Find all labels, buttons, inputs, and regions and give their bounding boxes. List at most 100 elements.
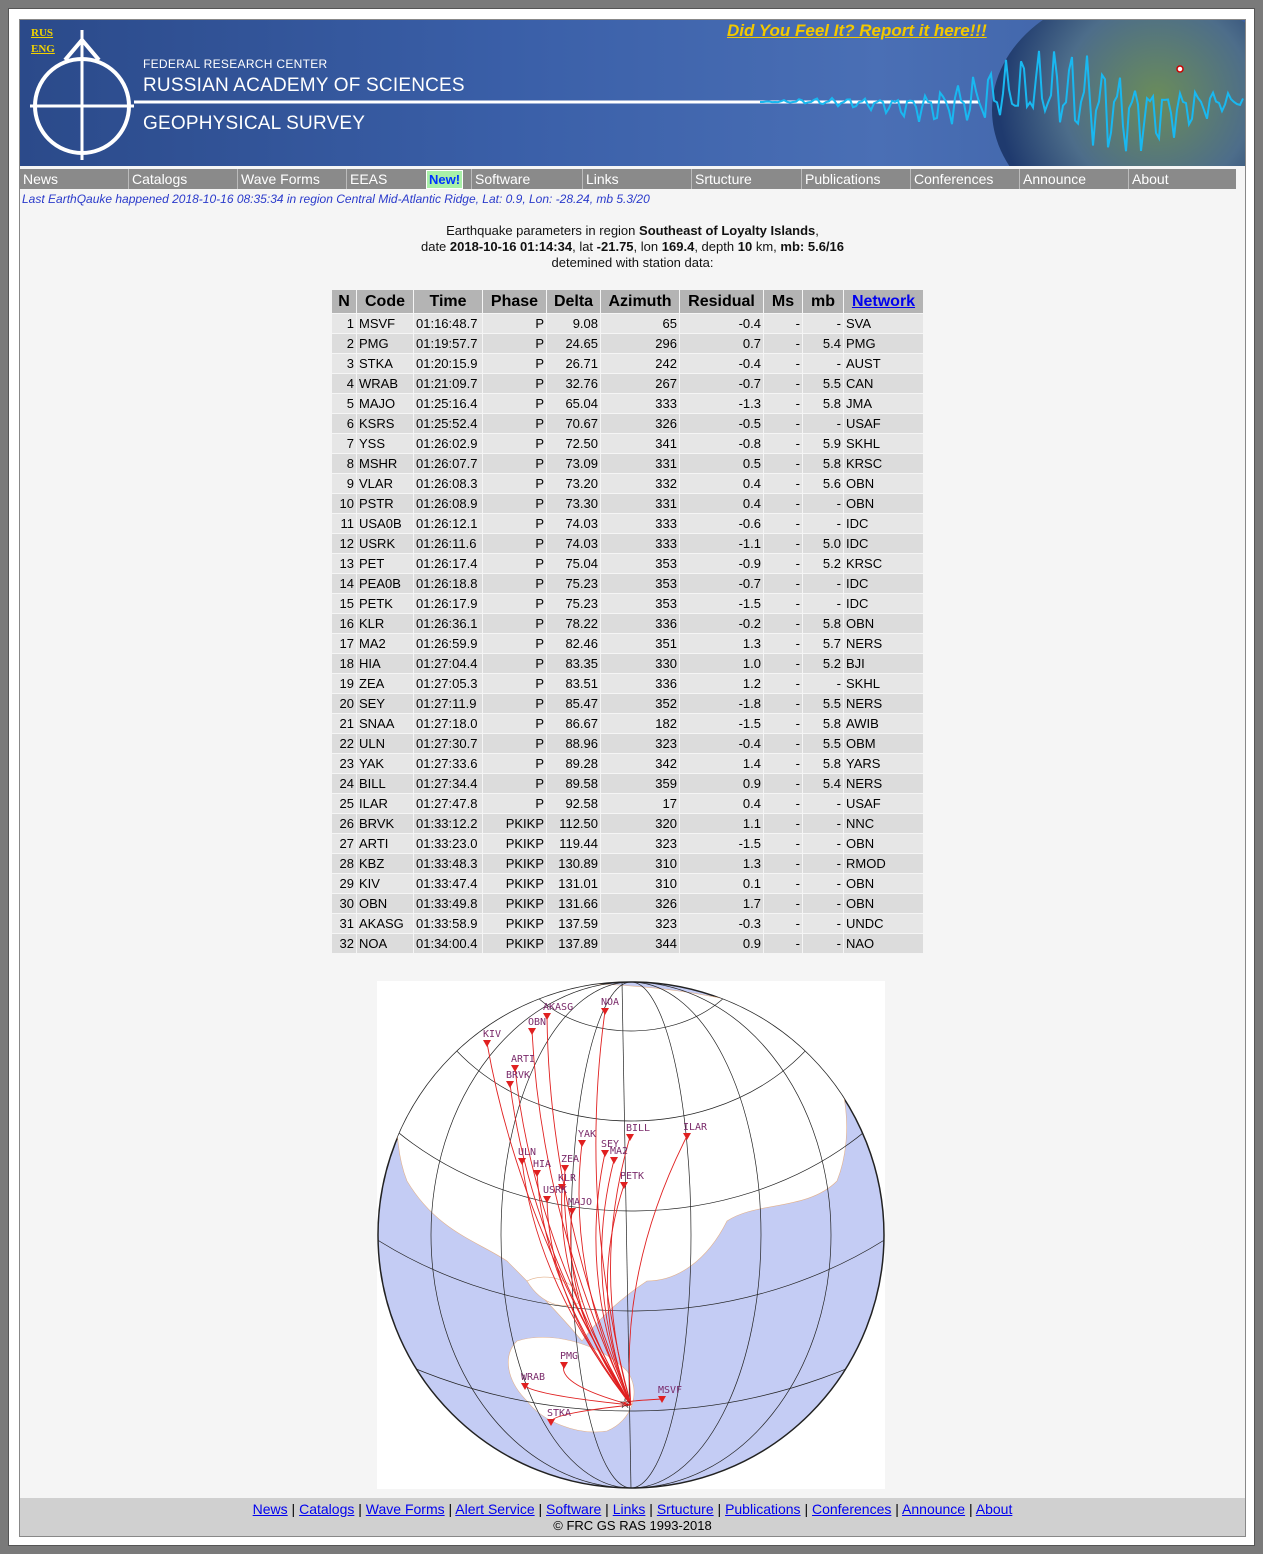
cell-network: OBM <box>844 734 923 753</box>
globe-map: MSVFPMGWRABSTKAILARBILLYAKSEYMA2PETKULNH… <box>377 981 885 1489</box>
date-label: date <box>420 239 447 254</box>
footer-structure[interactable]: Srtucture <box>657 1501 714 1517</box>
footer-conferences[interactable]: Conferences <box>812 1501 891 1517</box>
cell-residual: 1.3 <box>680 634 763 653</box>
col-ms: Ms <box>764 290 802 313</box>
cell-mb: - <box>803 354 843 373</box>
cell-ms: - <box>764 794 802 813</box>
cell-ms: - <box>764 854 802 873</box>
cell-n: 25 <box>332 794 356 813</box>
cell-phase: P <box>483 434 546 453</box>
footer-software[interactable]: Software <box>546 1501 601 1517</box>
footer-news[interactable]: News <box>253 1501 288 1517</box>
event-mb: 5.6/16 <box>807 239 845 254</box>
table-row: 1 MSVF 01:16:48.7 P 9.08 65 -0.4- - SVA <box>332 314 923 333</box>
cell-residual: 1.2 <box>680 674 763 693</box>
cell-network: IDC <box>844 594 923 613</box>
lang-eng-link[interactable]: ENG <box>31 43 55 55</box>
cell-delta: 65.04 <box>547 394 600 413</box>
cell-time: 01:27:05.3 <box>414 674 482 693</box>
footer-links-link[interactable]: Links <box>613 1501 646 1517</box>
cell-code: KIV <box>357 874 413 893</box>
cell-azimuth: 326 <box>601 894 679 913</box>
cell-n: 12 <box>332 534 356 553</box>
footer-announce[interactable]: Announce <box>902 1501 965 1517</box>
cell-n: 9 <box>332 474 356 493</box>
cell-residual: -0.4 <box>680 354 763 373</box>
cell-code: WRAB <box>357 374 413 393</box>
nav-links[interactable]: Links <box>582 169 619 189</box>
nav-conferences[interactable]: Conferences <box>910 169 993 189</box>
cell-azimuth: 330 <box>601 654 679 673</box>
cell-n: 14 <box>332 574 356 593</box>
table-row: 20 SEY 01:27:11.9 P 85.47 352 -1.8-5.5 NERS <box>332 694 923 713</box>
report-felt-link[interactable]: Did You Feel It? Report it here!!! <box>727 21 987 41</box>
cell-ms: - <box>764 914 802 933</box>
nav-announce[interactable]: Announce <box>1019 169 1086 189</box>
cell-time: 01:33:48.3 <box>414 854 482 873</box>
footer-alert-service[interactable]: Alert Service <box>455 1501 534 1517</box>
main-nav: News Catalogs Wave Forms EEAS New! Softw… <box>20 169 1236 189</box>
cell-azimuth: 323 <box>601 734 679 753</box>
cell-time: 01:19:57.7 <box>414 334 482 353</box>
cell-code: KLR <box>357 614 413 633</box>
cell-delta: 137.89 <box>547 934 600 953</box>
table-row: 22 ULN 01:27:30.7 P 88.96 323 -0.4-5.5 OBM <box>332 734 923 753</box>
cell-phase: P <box>483 514 546 533</box>
cell-time: 01:27:34.4 <box>414 774 482 793</box>
new-badge[interactable]: New! <box>426 170 464 189</box>
cell-phase: P <box>483 474 546 493</box>
footer-publications[interactable]: Publications <box>725 1501 801 1517</box>
nav-publications[interactable]: Publications <box>801 169 881 189</box>
footer-about[interactable]: About <box>976 1501 1013 1517</box>
cell-n: 24 <box>332 774 356 793</box>
last-quake-ticker[interactable]: Last EarthQauke happened 2018-10-16 08:3… <box>22 192 650 206</box>
cell-residual: -0.7 <box>680 374 763 393</box>
cell-code: USRK <box>357 534 413 553</box>
cell-mb: - <box>803 314 843 333</box>
mb-label: mb: <box>780 239 805 254</box>
cell-n: 21 <box>332 714 356 733</box>
nav-eeas[interactable]: EEAS <box>346 169 387 189</box>
lang-rus-link[interactable]: RUS <box>31 27 53 39</box>
cell-ms: - <box>764 474 802 493</box>
cell-azimuth: 333 <box>601 534 679 553</box>
footer-catalogs[interactable]: Catalogs <box>299 1501 354 1517</box>
org-line-3: GEOPHYSICAL SURVEY <box>143 113 366 134</box>
cell-ms: - <box>764 894 802 913</box>
table-row: 2 PMG 01:19:57.7 P 24.65 296 0.7-5.4 PMG <box>332 334 923 353</box>
cell-azimuth: 267 <box>601 374 679 393</box>
cell-ms: - <box>764 434 802 453</box>
network-sort-link[interactable]: Network <box>852 293 915 310</box>
cell-ms: - <box>764 654 802 673</box>
nav-software[interactable]: Software <box>471 169 530 189</box>
table-row: 3 STKA 01:20:15.9 P 26.71 242 -0.4- - AUST <box>332 354 923 373</box>
cell-mb: 5.5 <box>803 734 843 753</box>
cell-time: 01:20:15.9 <box>414 354 482 373</box>
cell-mb: 5.8 <box>803 454 843 473</box>
footer-wave-forms[interactable]: Wave Forms <box>366 1501 445 1517</box>
nav-wave-forms[interactable]: Wave Forms <box>237 169 320 189</box>
cell-n: 7 <box>332 434 356 453</box>
nav-catalogs[interactable]: Catalogs <box>128 169 187 189</box>
col-phase: Phase <box>483 290 546 313</box>
table-row: 32 NOA 01:34:00.4 PKIKP 137.89 344 0.9- - NAO <box>332 934 923 953</box>
cell-time: 01:33:47.4 <box>414 874 482 893</box>
cell-mb: 5.5 <box>803 694 843 713</box>
cell-network: OBN <box>844 874 923 893</box>
nav-about[interactable]: About <box>1128 169 1169 189</box>
cell-n: 1 <box>332 314 356 333</box>
cell-phase: P <box>483 754 546 773</box>
cell-code: AKASG <box>357 914 413 933</box>
col-mb: mb <box>803 290 843 313</box>
copyright: © FRC GS RAS 1993-2018 <box>553 1518 712 1533</box>
cell-azimuth: 326 <box>601 414 679 433</box>
cell-mb: - <box>803 674 843 693</box>
nav-structure[interactable]: Srtucture <box>691 169 752 189</box>
cell-network: NERS <box>844 634 923 653</box>
cell-phase: PKIKP <box>483 914 546 933</box>
cell-network: NAO <box>844 934 923 953</box>
header-banner: RUS ENG FEDERAL RESEARCH CENTER RUSSIAN … <box>20 20 1245 166</box>
nav-news[interactable]: News <box>20 169 58 189</box>
cell-code: KBZ <box>357 854 413 873</box>
